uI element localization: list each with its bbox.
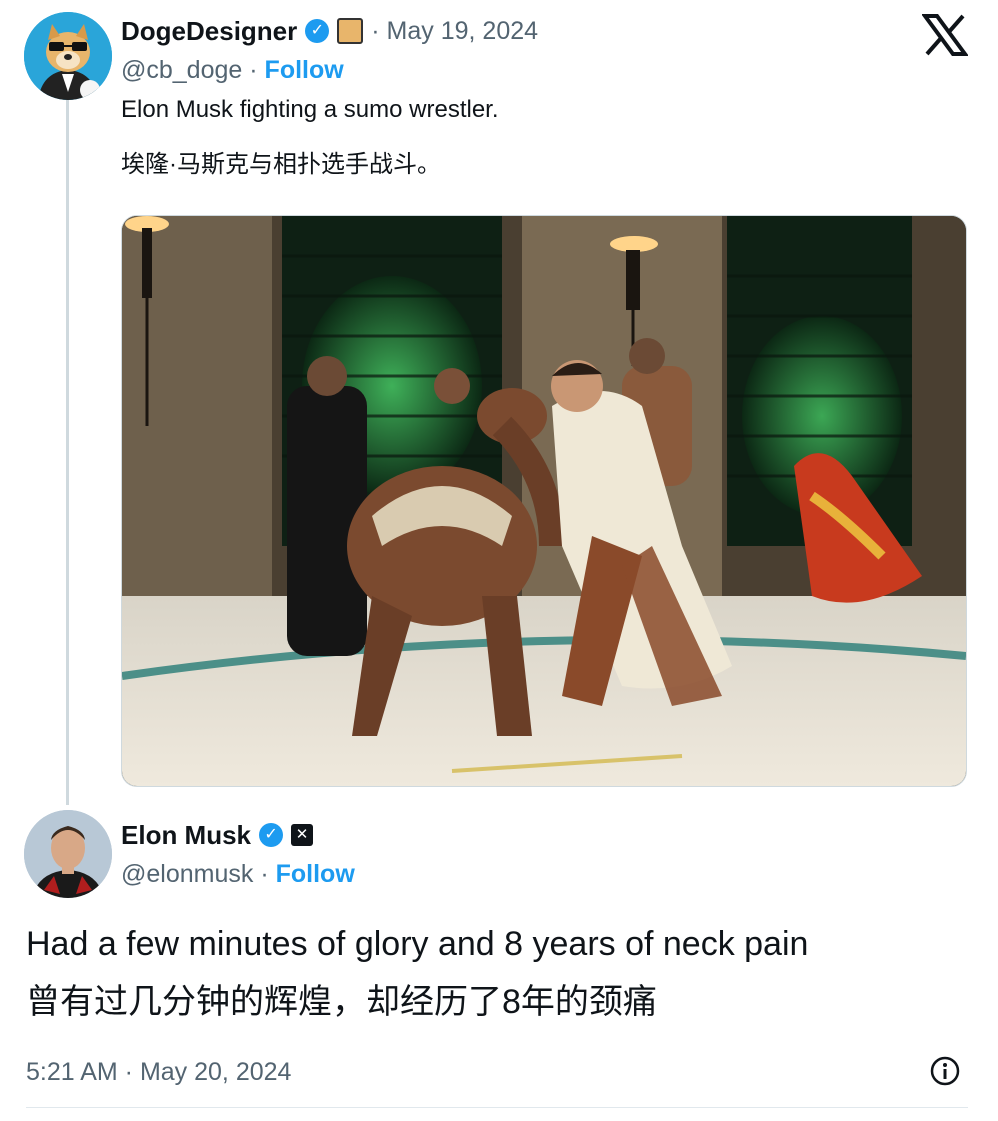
sumo-match-photo-illustration <box>122 216 966 786</box>
bottom-divider <box>26 1107 968 1108</box>
reply-handle-row: @elonmusk · Follow <box>121 860 355 889</box>
quoted-tweet-text-en: Elon Musk fighting a sumo wrestler. <box>121 96 499 123</box>
x-affiliation-badge-icon: ✕ <box>291 824 314 846</box>
quoted-author-handle[interactable]: @cb_doge <box>121 56 242 84</box>
x-logo-icon[interactable] <box>921 14 969 56</box>
elon-avatar-illustration <box>24 810 112 898</box>
dogedesigner-avatar[interactable] <box>24 12 112 100</box>
reply-tweet-header: Elon Musk ✓ ✕ <box>121 818 314 852</box>
separator-dot: · <box>260 860 269 888</box>
quoted-handle-row: @cb_doge · Follow <box>121 56 344 85</box>
follow-dogedesigner-button[interactable]: Follow <box>265 56 344 84</box>
info-icon[interactable] <box>929 1055 961 1087</box>
reply-author-name[interactable]: Elon Musk <box>121 820 251 851</box>
reply-author-handle[interactable]: @elonmusk <box>121 860 253 888</box>
doge-avatar-illustration <box>24 12 112 100</box>
thread-connector-line <box>66 100 69 805</box>
reply-tweet-text-zh: 曾有过几分钟的辉煌，却经历了8年的颈痛 <box>26 983 657 1021</box>
tweet-media-photo[interactable] <box>121 215 967 787</box>
quoted-author-name[interactable]: DogeDesigner <box>121 16 297 47</box>
elonmusk-avatar[interactable] <box>24 810 112 898</box>
verified-badge-icon: ✓ <box>259 823 284 847</box>
quoted-tweet-text-zh: 埃隆·马斯克与相扑选手战斗。 <box>121 151 441 178</box>
follow-elonmusk-button[interactable]: Follow <box>276 860 355 888</box>
reply-tweet-text-en: Had a few minutes of glory and 8 years o… <box>26 925 809 963</box>
quoted-tweet-header: DogeDesigner ✓ · May 19, 2024 <box>121 14 538 48</box>
reply-tweet-timestamp[interactable]: 5:21 AM · May 20, 2024 <box>26 1058 291 1087</box>
separator-dot: · <box>249 56 258 84</box>
doge-emoji-badge-icon <box>337 18 364 44</box>
verified-badge-icon: ✓ <box>305 19 330 43</box>
quoted-tweet-date[interactable]: · May 19, 2024 <box>371 17 538 46</box>
